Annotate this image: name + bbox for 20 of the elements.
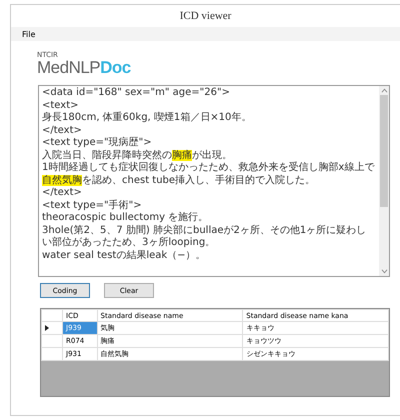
logo-text: MedNLPDoc [37, 59, 132, 77]
window-title: ICD viewer [180, 10, 232, 22]
text-line: 入院当日、階段昇降時突然の胸痛が出現。 [42, 150, 233, 162]
text-line: <text type="現病歴"> [42, 137, 153, 150]
row-pointer-icon [45, 325, 49, 331]
text-line: </text> [42, 187, 83, 200]
text-line: <text> [42, 100, 80, 112]
text-line: 身長180cm, 体重60kg, 喫煙1箱／日×10年。 [42, 112, 252, 124]
text-line: 1時間経過しても症状回復しなかったため、救急外来を受信し胸部x線上で 自然気胸を認め、chest tube挿入し、手術目的で入院した。 [42, 162, 376, 187]
text-line: 3hole(第2、5、7 肋間) 肺尖部にbullaeが2ヶ所、その他1ヶ所に疑わしい部位があったため、3ヶ所looping。 [42, 224, 368, 250]
text-line: <text type="手術"> [42, 200, 143, 212]
text-line: theoracospic bullectomy を施行。 [42, 212, 210, 224]
text-line: water seal testの結果leak（−）。 [42, 250, 207, 262]
document-text-area[interactable] [38, 85, 390, 277]
scrollbar-thumb[interactable] [380, 95, 388, 207]
menu-item[interactable]: File [22, 30, 36, 38]
text-line: </text> [42, 124, 83, 137]
text-line: <data id="168" sex="m" age="26"> [42, 87, 231, 100]
scroll-up-icon[interactable] [380, 88, 388, 93]
scroll-down-icon[interactable] [380, 269, 388, 274]
